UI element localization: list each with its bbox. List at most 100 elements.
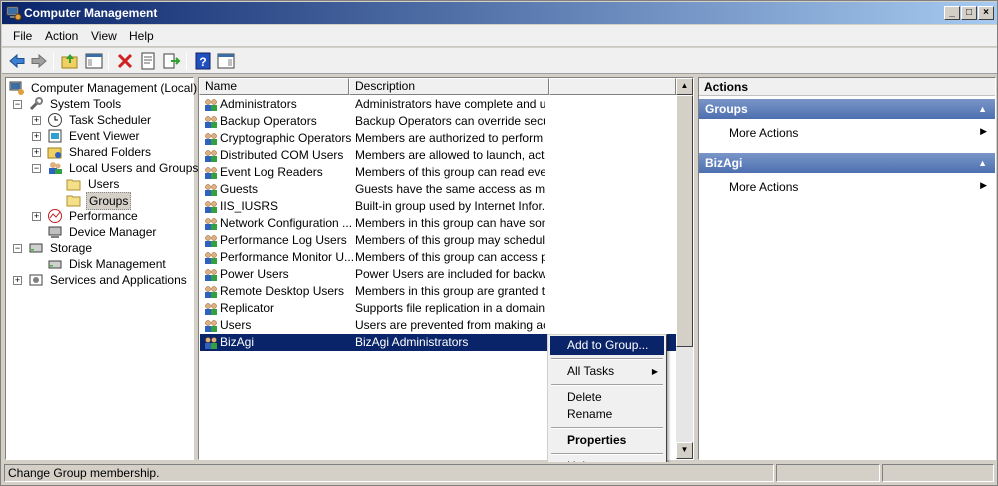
group-row[interactable]: Performance Monitor U... Members of this … bbox=[200, 249, 678, 266]
group-row[interactable]: Backup Operators Backup Operators can ove… bbox=[200, 113, 678, 130]
group-description: Members in this group are granted t... bbox=[355, 284, 545, 298]
group-icon bbox=[205, 252, 217, 264]
shared-folder-icon bbox=[47, 147, 62, 159]
tree-label: Local Users and Groups bbox=[69, 161, 199, 175]
group-description: Users are prevented from making ac... bbox=[355, 318, 545, 332]
group-icon bbox=[205, 286, 217, 298]
group-description: Administrators have complete and u... bbox=[355, 97, 545, 111]
expand-toggle[interactable]: + bbox=[32, 148, 41, 157]
group-row[interactable]: Replicator Supports file replication in a… bbox=[200, 300, 678, 317]
menu-item-properties[interactable]: Properties bbox=[550, 431, 664, 450]
collapse-toggle[interactable]: − bbox=[32, 164, 41, 173]
expand-toggle[interactable]: + bbox=[32, 116, 41, 125]
group-name: Guests bbox=[220, 182, 259, 196]
group-description: Guests have the same access as me... bbox=[355, 182, 545, 196]
group-icon bbox=[205, 150, 217, 162]
group-name: IIS_IUSRS bbox=[220, 199, 279, 213]
show-hide-tree-icon[interactable] bbox=[84, 51, 104, 71]
actions-title: Actions bbox=[699, 78, 995, 96]
group-row[interactable]: Guests Guests have the same access as me.… bbox=[200, 181, 678, 198]
tools-icon bbox=[29, 97, 43, 111]
group-name: Administrators bbox=[220, 97, 297, 111]
group-icon bbox=[205, 235, 217, 247]
tree-label: Task Scheduler bbox=[69, 113, 152, 127]
group-icon bbox=[205, 167, 217, 179]
expand-toggle[interactable]: + bbox=[13, 276, 22, 285]
all-tasks-label: All Tasks bbox=[567, 364, 615, 378]
svg-text:?: ? bbox=[199, 55, 206, 69]
group-row[interactable]: Cryptographic Operators Members are autho… bbox=[200, 130, 678, 147]
group-description: Members in this group can have som... bbox=[355, 216, 545, 230]
storage-icon bbox=[29, 243, 43, 253]
group-row[interactable]: Distributed COM Users Members are allowed… bbox=[200, 147, 678, 164]
context-menu: Add to Group... All Tasks ▶ Delete Renam… bbox=[547, 334, 667, 477]
users-group-icon bbox=[49, 162, 62, 174]
menu-item-all-tasks[interactable]: All Tasks ▶ bbox=[550, 362, 664, 381]
more-actions-bizagi[interactable]: More Actions ▶ bbox=[729, 180, 993, 194]
scroll-thumb[interactable] bbox=[676, 95, 693, 347]
group-icon bbox=[205, 320, 217, 332]
group-row[interactable]: Remote Desktop Users Members in this grou… bbox=[200, 283, 678, 300]
collapse-up-icon[interactable]: ▲ bbox=[978, 99, 987, 119]
menu-action[interactable]: Action bbox=[45, 29, 78, 43]
menu-item-add-to-group[interactable]: Add to Group... bbox=[550, 336, 664, 355]
section-label: BizAgi bbox=[705, 156, 743, 170]
submenu-arrow-icon: ▶ bbox=[651, 367, 658, 376]
show-hide-action-pane-icon[interactable] bbox=[216, 51, 236, 71]
expand-toggle[interactable]: + bbox=[32, 132, 41, 141]
computer-management-window: Computer Management _ □ × File Action Vi… bbox=[0, 0, 998, 486]
group-row[interactable]: Administrators Administrators have comple… bbox=[200, 96, 678, 113]
forward-arrow-icon[interactable] bbox=[29, 51, 49, 71]
submenu-arrow-icon: ▶ bbox=[980, 180, 987, 190]
menu-bar: File Action View Help bbox=[2, 25, 997, 47]
tree-label: Shared Folders bbox=[69, 145, 152, 159]
collapse-toggle[interactable]: − bbox=[13, 100, 22, 109]
export-list-icon[interactable] bbox=[161, 51, 181, 71]
status-bar: Change Group membership. bbox=[2, 462, 997, 485]
group-description: Supports file replication in a domain bbox=[355, 301, 545, 315]
close-button[interactable]: × bbox=[978, 6, 994, 20]
up-folder-icon[interactable] bbox=[60, 51, 80, 71]
expand-toggle[interactable]: + bbox=[32, 212, 41, 221]
title-bar[interactable]: Computer Management _ □ × bbox=[2, 2, 997, 24]
menu-view[interactable]: View bbox=[91, 29, 117, 43]
more-actions-groups[interactable]: More Actions ▶ bbox=[729, 126, 993, 140]
menu-item-rename[interactable]: Rename bbox=[550, 405, 664, 424]
group-name: Backup Operators bbox=[220, 114, 317, 128]
group-row[interactable]: Network Configuration ... Members in this… bbox=[200, 215, 678, 232]
group-row[interactable]: Event Log Readers Members of this group c… bbox=[200, 164, 678, 181]
menu-help[interactable]: Help bbox=[129, 29, 154, 43]
column-header-description[interactable]: Description bbox=[349, 78, 549, 95]
group-icon bbox=[205, 99, 217, 111]
group-name: Cryptographic Operators bbox=[220, 131, 352, 145]
device-manager-icon bbox=[48, 226, 62, 238]
collapse-toggle[interactable]: − bbox=[13, 244, 22, 253]
actions-section-groups[interactable]: Groups ▲ bbox=[699, 99, 995, 119]
back-arrow-icon[interactable] bbox=[7, 51, 27, 71]
menu-file[interactable]: File bbox=[13, 29, 32, 43]
group-description: Members of this group can access p... bbox=[355, 250, 545, 264]
group-description: BizAgi Administrators bbox=[355, 335, 469, 349]
group-description: Members are authorized to perform ... bbox=[355, 131, 545, 145]
column-header-empty bbox=[549, 78, 676, 95]
group-name: Replicator bbox=[220, 301, 275, 315]
maximize-button[interactable]: □ bbox=[961, 6, 977, 20]
folder-icon bbox=[66, 179, 81, 191]
event-viewer-icon bbox=[48, 129, 62, 143]
properties-icon[interactable] bbox=[138, 51, 158, 71]
help-icon[interactable]: ? bbox=[193, 51, 213, 71]
scroll-up-button[interactable]: ▲ bbox=[676, 78, 693, 95]
list-scrollbar[interactable]: ▲ ▼ bbox=[676, 78, 693, 459]
group-row[interactable]: IIS_IUSRS Built-in group used by Internet… bbox=[200, 198, 678, 215]
group-row[interactable]: Performance Log Users Members of this gro… bbox=[200, 232, 678, 249]
group-icon bbox=[205, 337, 217, 349]
scroll-down-button[interactable]: ▼ bbox=[676, 442, 693, 459]
group-row[interactable]: Users Users are prevented from making ac.… bbox=[200, 317, 678, 334]
collapse-up-icon[interactable]: ▲ bbox=[978, 153, 987, 173]
column-header-name[interactable]: Name bbox=[199, 78, 349, 95]
status-text: Change Group membership. bbox=[4, 464, 774, 482]
minimize-button[interactable]: _ bbox=[944, 6, 960, 20]
delete-icon[interactable] bbox=[115, 51, 135, 71]
group-row[interactable]: Power Users Power Users are included for … bbox=[200, 266, 678, 283]
actions-section-bizagi[interactable]: BizAgi ▲ bbox=[699, 153, 995, 173]
